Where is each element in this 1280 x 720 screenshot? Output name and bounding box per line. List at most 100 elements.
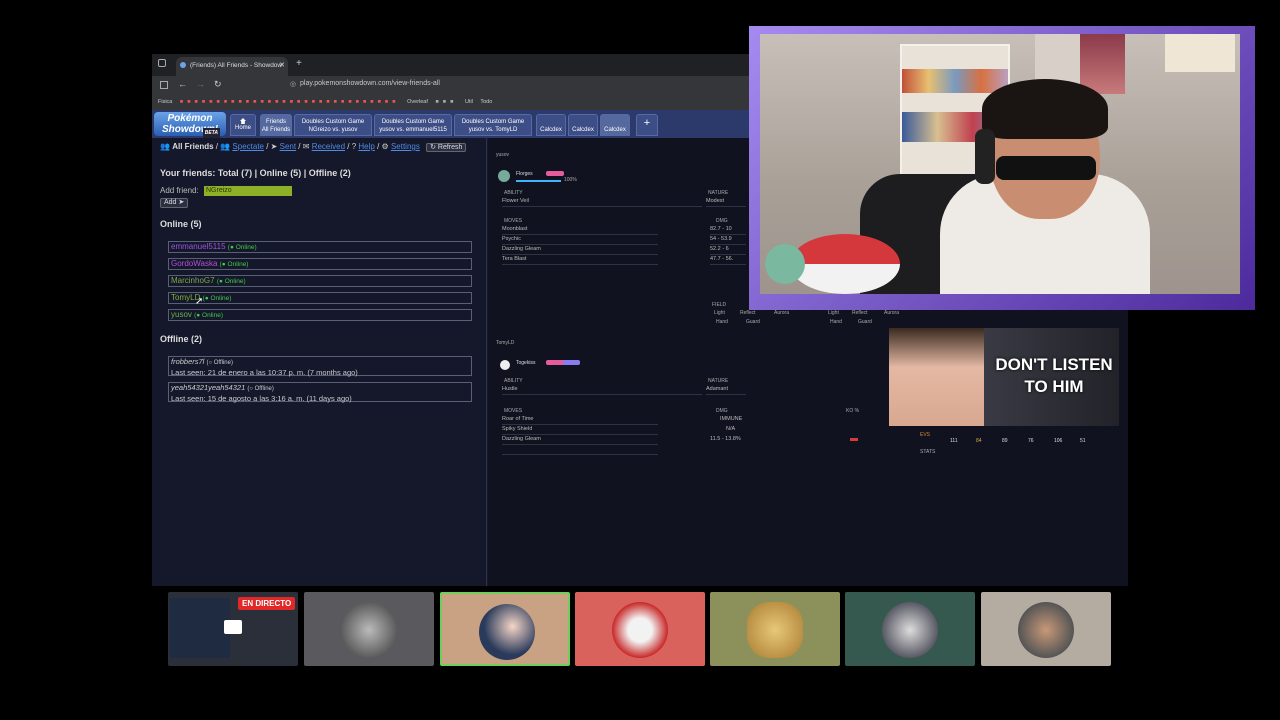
forward-arrow-icon[interactable]: → <box>196 79 205 89</box>
move-select[interactable]: Dazzling Gleam <box>502 246 658 255</box>
participant-tile[interactable] <box>710 592 840 666</box>
participant-tile[interactable] <box>981 592 1111 666</box>
tab-battle-emmanuel[interactable]: Doubles Custom Game yusov vs. emmanuel511… <box>374 114 452 136</box>
pokemon-sprite-icon <box>500 360 510 370</box>
move-dmg: 11.5 - 13.8% <box>710 436 741 442</box>
p1-pokemon-name[interactable]: Florges <box>516 171 533 177</box>
avatar-anime <box>479 604 535 660</box>
nav-settings[interactable]: Settings <box>391 142 420 151</box>
tab-calcdex-3[interactable]: Calcdex <box>600 114 630 136</box>
field-toggle-hand[interactable]: Hand <box>716 319 728 325</box>
browser-tab-friends[interactable]: (Friends) All Friends - Showdow ✕ <box>176 57 288 76</box>
ability-label: ABILITY <box>504 190 523 196</box>
pokeball-plush <box>790 234 900 294</box>
browser-menu-icon[interactable] <box>158 59 166 67</box>
offline-friend-row[interactable]: frobbers7l (○ Offline) Last seen: 21 de e… <box>168 356 472 377</box>
sidebar-icon[interactable] <box>160 81 168 89</box>
p2-type-badges <box>546 360 580 365</box>
move-dmg: N/A <box>726 426 736 432</box>
field-toggle-reflect[interactable]: Reflect <box>740 310 756 316</box>
tab-battle-ngreizo[interactable]: Doubles Custom Game NGreizo vs. yusov <box>294 114 372 136</box>
field-toggle-light[interactable]: Light <box>714 310 725 316</box>
bookmark-fisica[interactable]: Fisica <box>158 99 172 105</box>
stat-value: 76 <box>1028 438 1034 444</box>
tab-friends[interactable]: Friends All Friends <box>260 114 292 136</box>
live-badge: EN DIRECTO <box>238 597 296 610</box>
move-select[interactable]: Spiky Shield <box>502 426 658 435</box>
nav-spectate[interactable]: Spectate <box>232 142 264 151</box>
nav-help[interactable]: Help <box>358 142 374 151</box>
nav-all-friends[interactable]: All Friends <box>172 142 213 151</box>
add-friend-button[interactable]: Add ➤ <box>160 198 188 208</box>
participant-tile[interactable] <box>575 592 705 666</box>
tab-close-icon[interactable]: ✕ <box>279 61 285 69</box>
friend-row[interactable]: emmanuel5115 (● Online) <box>168 241 472 253</box>
tab-calcdex-1[interactable]: Calcdex <box>536 114 566 136</box>
p1-hp-value: 100% <box>564 177 577 183</box>
friend-row[interactable]: TomyLD (● Online) <box>168 292 472 304</box>
add-friend-input[interactable]: NGreizo <box>204 186 292 196</box>
p1-type-badges <box>546 171 564 176</box>
move-dmg: 52.2 - 6 <box>710 246 746 255</box>
stat-value: 111 <box>950 438 958 444</box>
stats-label: STATS <box>920 449 936 455</box>
field-toggle-guard[interactable]: Guard <box>858 319 872 325</box>
reload-icon[interactable]: ↻ <box>214 79 222 90</box>
screen-share-icon <box>224 620 242 634</box>
url-field[interactable]: play.pokemonshowdown.com/view-friends-al… <box>300 80 440 87</box>
friend-row[interactable]: MarcinhoG7 (● Online) <box>168 275 472 287</box>
tab-title: (Friends) All Friends - Showdow <box>190 62 283 69</box>
bookmark-overleaf[interactable]: Overleaf <box>407 99 428 105</box>
tab-favicon-icon <box>180 62 186 68</box>
bookmark-todo[interactable]: Todo <box>480 99 492 105</box>
field-toggle-reflect[interactable]: Reflect <box>852 310 868 316</box>
field-toggle-aurora[interactable]: Aurora <box>884 310 899 316</box>
dmg-label: DMG <box>716 408 728 414</box>
participant-tile[interactable] <box>845 592 975 666</box>
move-select[interactable]: Tera Blast <box>502 256 658 265</box>
flag-poster <box>1080 34 1125 94</box>
offline-friend-row[interactable]: yeah54321yeah54321 (○ Offline) Last seen:… <box>168 382 472 403</box>
shield-icon: ◎ <box>290 81 297 88</box>
nav-received[interactable]: Received <box>312 142 345 151</box>
home-tab[interactable]: Home <box>230 114 256 136</box>
p1-player-name: yusov <box>496 152 510 158</box>
move-select[interactable]: Dazzling Gleam <box>502 436 658 445</box>
participant-tile-active[interactable] <box>440 592 570 666</box>
friend-row[interactable]: GordoWaska (● Online) <box>168 258 472 270</box>
bookmark-icons-2[interactable]: ■■■ <box>435 99 457 105</box>
field-toggle-guard[interactable]: Guard <box>746 319 760 325</box>
home-icon <box>240 118 246 124</box>
tab-calcdex-2[interactable]: Calcdex <box>568 114 598 136</box>
avatar-sunglasses-man <box>1018 602 1074 658</box>
field-toggle-light[interactable]: Light <box>828 310 839 316</box>
back-arrow-icon[interactable]: ← <box>178 79 187 89</box>
bookmark-util[interactable]: Util <box>465 99 473 105</box>
p2-ability-select[interactable]: Hustle <box>502 386 702 395</box>
move-select[interactable]: Psychic <box>502 236 658 245</box>
moves-label: MOVES <box>504 408 523 414</box>
participant-tile[interactable] <box>304 592 434 666</box>
move-select[interactable]: Moonblast <box>502 226 658 235</box>
p2-nature-select[interactable]: Adamant <box>706 386 746 395</box>
move-dmg: 54 - 53.9 <box>710 236 746 245</box>
friend-row[interactable]: yusov (● Online) <box>168 309 472 321</box>
bookmark-icons[interactable]: ■■■■■■■■■■■■■■■■■■■■■■■■■■■■■■ <box>180 99 400 105</box>
p1-nature-select[interactable]: Modest <box>706 198 746 207</box>
p1-ability-select[interactable]: Flower Veil <box>502 198 702 207</box>
reaction-clip: DON'T LISTEN TO HIM <box>889 328 1119 426</box>
field-toggle-hand[interactable]: Hand <box>830 319 842 325</box>
new-tab-icon[interactable]: + <box>296 58 302 69</box>
field-toggle-aurora[interactable]: Aurora <box>774 310 789 316</box>
wall-picture <box>1165 34 1235 72</box>
tab-battle-tomyld[interactable]: Doubles Custom Game yusov vs. TomyLD <box>454 114 532 136</box>
headphones <box>975 129 995 184</box>
nav-sent[interactable]: Sent <box>280 142 296 151</box>
moves-label: MOVES <box>504 218 523 224</box>
refresh-button[interactable]: ↻ Refresh <box>426 143 467 152</box>
new-ps-tab-button[interactable]: + <box>636 114 658 136</box>
move-select-empty[interactable] <box>502 446 658 455</box>
clip-caption: DON'T LISTEN TO HIM <box>995 355 1113 396</box>
p2-pokemon-name[interactable]: Togekiss <box>516 360 535 366</box>
move-select[interactable]: Roar of Time <box>502 416 658 425</box>
